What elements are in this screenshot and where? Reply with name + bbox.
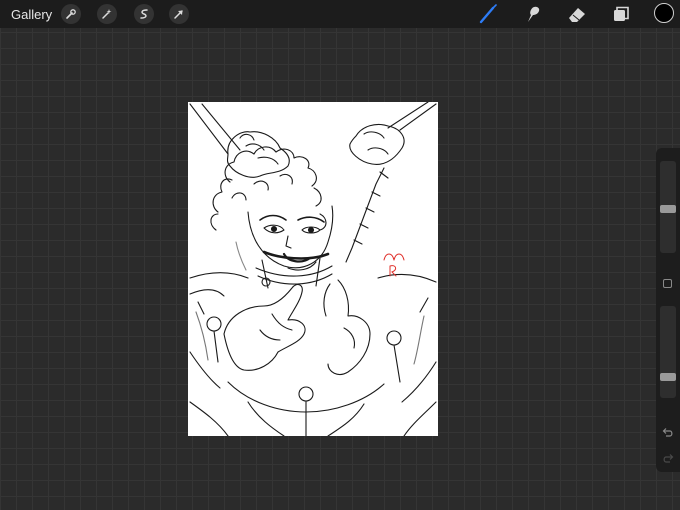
selection-icon[interactable] — [134, 4, 154, 24]
top-toolbar: Gallery — [0, 0, 680, 28]
opacity-thumb[interactable] — [660, 373, 676, 381]
redo-icon[interactable] — [661, 452, 675, 466]
wrench-icon[interactable] — [61, 4, 81, 24]
magic-wand-icon[interactable] — [97, 4, 117, 24]
modify-square-icon[interactable] — [663, 279, 672, 288]
brush-size-slider[interactable] — [660, 161, 676, 253]
undo-icon[interactable] — [661, 426, 675, 440]
drawing-canvas[interactable] — [188, 102, 438, 436]
transform-arrow-icon[interactable] — [169, 4, 189, 24]
eraser-icon[interactable] — [566, 4, 588, 24]
smudge-icon[interactable] — [522, 4, 544, 24]
sketch-artwork — [189, 102, 437, 436]
color-picker-swatch[interactable] — [654, 3, 674, 23]
brush-icon[interactable] — [477, 4, 499, 24]
layers-icon[interactable] — [610, 4, 632, 24]
gallery-button[interactable]: Gallery — [11, 7, 52, 22]
brush-size-thumb[interactable] — [660, 205, 676, 213]
brush-sidebar — [656, 148, 680, 472]
opacity-slider[interactable] — [660, 306, 676, 398]
